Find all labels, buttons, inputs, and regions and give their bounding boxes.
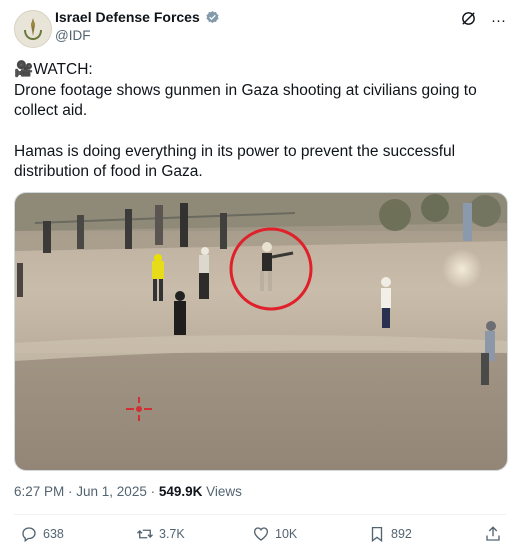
- action-bar: 638 3.7K 10K 892: [14, 525, 506, 547]
- verified-badge-icon: [206, 10, 219, 23]
- handle[interactable]: @IDF: [55, 28, 90, 43]
- bookmark-button[interactable]: 892: [368, 525, 412, 543]
- like-button[interactable]: 10K: [252, 525, 297, 543]
- post-text: 🎥WATCH: Drone footage shows gunmen in Ga…: [14, 60, 506, 183]
- name-row: Israel Defense Forces: [55, 9, 220, 25]
- post-line-hamas: Hamas is doing everything in its power t…: [14, 142, 456, 181]
- post-line-drone: Drone footage shows gunmen in Gaza shoot…: [14, 81, 477, 120]
- reply-button[interactable]: 638: [20, 525, 64, 543]
- reply-count: 638: [43, 527, 64, 541]
- display-name[interactable]: Israel Defense Forces: [55, 9, 200, 25]
- post-line-watch: WATCH:: [33, 61, 93, 78]
- video-camera-icon: 🎥: [14, 61, 34, 78]
- bookmark-count: 892: [391, 527, 412, 541]
- like-count: 10K: [275, 527, 298, 541]
- grok-icon[interactable]: [460, 10, 477, 30]
- share-icon: [486, 526, 500, 541]
- idf-emblem-icon: [24, 18, 42, 41]
- views-label: Views: [202, 484, 242, 499]
- avatar[interactable]: [14, 10, 52, 48]
- repost-count: 3.7K: [159, 527, 185, 541]
- divider: [14, 514, 506, 515]
- post-meta: 6:27 PM · Jun 1, 2025 · 549.9K Views: [14, 484, 242, 499]
- reply-icon: [22, 527, 36, 543]
- share-button[interactable]: [484, 525, 502, 543]
- repost-icon: [137, 529, 153, 539]
- bookmark-icon: [371, 526, 383, 543]
- views-count: 549.9K: [158, 484, 203, 499]
- video-media[interactable]: [14, 192, 508, 471]
- drone-footage-frame: [15, 193, 507, 470]
- top-icons: ···: [460, 10, 506, 30]
- tweet: Israel Defense Forces @IDF ··· 🎥WATCH: D…: [0, 0, 520, 553]
- more-options-icon[interactable]: ···: [491, 13, 506, 28]
- repost-button[interactable]: 3.7K: [136, 525, 185, 543]
- post-timestamp[interactable]: 6:27 PM · Jun 1, 2025 ·: [14, 484, 159, 499]
- heart-icon: [253, 527, 269, 541]
